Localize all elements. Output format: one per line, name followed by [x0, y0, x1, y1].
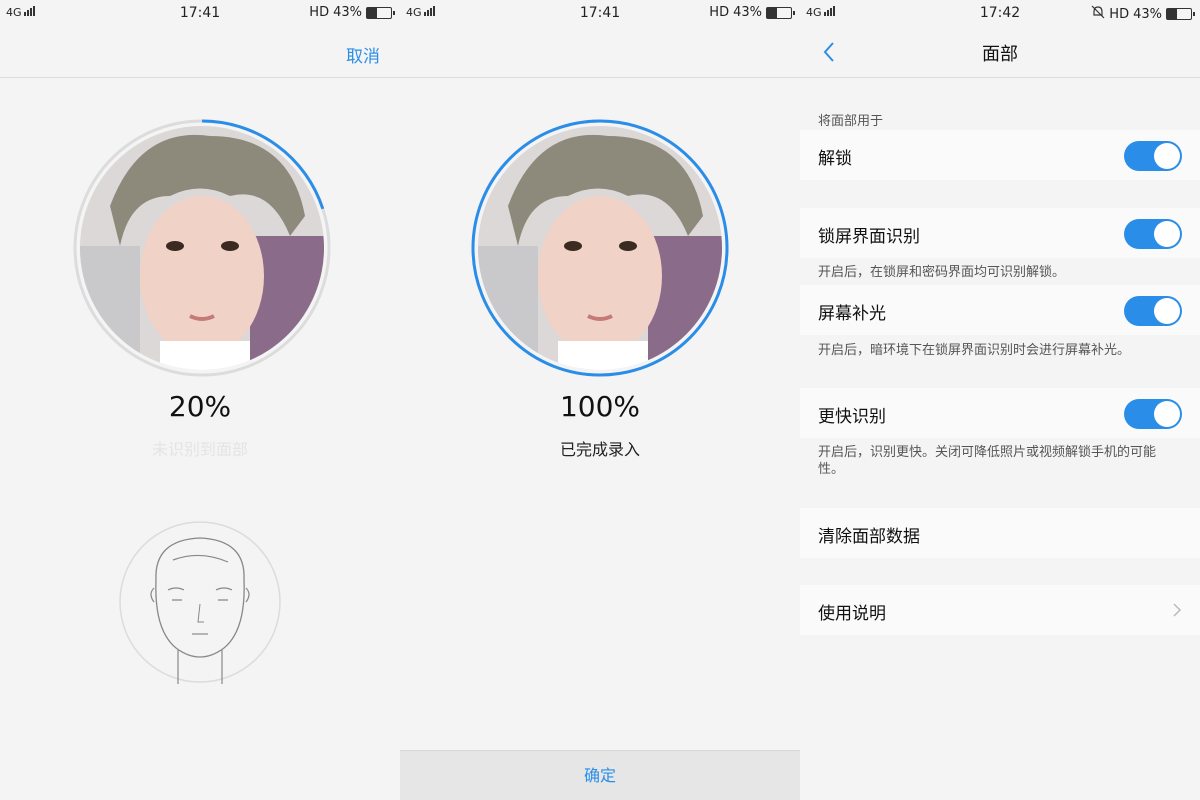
silent-icon	[1091, 5, 1105, 23]
unlock-label: 解锁	[818, 149, 852, 169]
title-bar: 面部	[800, 28, 1200, 78]
toggle-knob	[1154, 401, 1180, 427]
title-bar: 取消	[0, 28, 400, 78]
battery-percent: 43%	[333, 5, 362, 20]
confirm-button[interactable]: 确定	[400, 750, 800, 800]
lockscreen-recognition-desc: 开启后，在锁屏和密码界面均可识别解锁。	[818, 265, 1066, 280]
progress-percent: 20%	[168, 390, 232, 423]
faster-recognition-label: 更快识别	[818, 407, 886, 427]
clear-face-data-row[interactable]: 清除面部数据	[800, 508, 1200, 558]
progress-percent: 100%	[559, 390, 641, 423]
divider	[400, 77, 800, 78]
instructions-label: 使用说明	[818, 604, 886, 624]
divider	[800, 77, 1200, 78]
cancel-button[interactable]: 取消	[346, 42, 380, 67]
progress-ring-arc	[471, 119, 729, 377]
hd-indicator: HD	[309, 5, 330, 20]
battery-percent: 43%	[1133, 6, 1162, 22]
faster-recognition-desc: 开启后，识别更快。关闭可降低照片或视频解锁手机的可能性。	[818, 445, 1157, 477]
hd-indicator: HD	[1109, 6, 1130, 22]
toggle-knob	[1154, 298, 1180, 324]
screen-fill-light-row: 屏幕补光	[800, 285, 1200, 335]
screen-fill-light-label: 屏幕补光	[818, 304, 886, 324]
lockscreen-recognition-label: 锁屏界面识别	[818, 227, 920, 247]
face-outline-guide-icon	[118, 520, 282, 684]
status-bar: 4G 17:42 HD 43%	[800, 0, 1200, 28]
battery-icon	[1166, 8, 1195, 20]
status-right: HD 43%	[309, 5, 395, 20]
toggle-knob	[1154, 221, 1180, 247]
status-right: HD 43%	[709, 5, 795, 20]
battery-fill	[1167, 9, 1178, 19]
status-bar: 4G 17:41 HD 43%	[0, 0, 400, 28]
chevron-right-icon	[1172, 602, 1182, 618]
hd-indicator: HD	[709, 5, 730, 20]
instructions-row[interactable]: 使用说明	[800, 585, 1200, 635]
face-preview	[72, 118, 332, 378]
unlock-row: 解锁	[800, 130, 1200, 180]
battery-fill	[767, 7, 778, 18]
enroll-status: 已完成录入	[559, 440, 640, 459]
page-title: 面部	[982, 44, 1018, 65]
battery-icon	[366, 6, 395, 19]
screen-fill-light-toggle[interactable]	[1124, 296, 1182, 326]
lockscreen-recognition-row: 锁屏界面识别	[800, 208, 1200, 258]
section-label: 将面部用于	[818, 114, 884, 129]
status-right: HD 43%	[1091, 5, 1195, 23]
battery-fill	[367, 7, 378, 18]
face-scan-screen: 4G 17:41 HD 43% 取消 20% 未识别到面部	[0, 0, 400, 800]
divider	[0, 77, 400, 78]
lockscreen-recognition-toggle[interactable]	[1124, 219, 1182, 249]
unlock-toggle[interactable]	[1124, 141, 1182, 171]
toggle-knob	[1154, 143, 1180, 169]
scan-hint: 未识别到面部	[151, 440, 248, 459]
status-bar: 4G 17:41 HD 43%	[400, 0, 800, 28]
faster-recognition-toggle[interactable]	[1124, 399, 1182, 429]
face-settings-screen: 4G 17:42 HD 43% 面部 将面部用于 解锁 锁屏界面识别 开启后，在…	[800, 0, 1200, 800]
faster-recognition-row: 更快识别	[800, 388, 1200, 438]
screen-fill-light-desc: 开启后，暗环境下在锁屏界面识别时会进行屏幕补光。	[818, 343, 1131, 358]
face-complete-screen: 4G 17:41 HD 43% 100% 已完成录入 确定	[400, 0, 800, 800]
face-preview	[470, 118, 730, 378]
clear-face-data-label: 清除面部数据	[818, 527, 920, 547]
battery-percent: 43%	[733, 5, 762, 20]
battery-icon	[766, 6, 795, 19]
